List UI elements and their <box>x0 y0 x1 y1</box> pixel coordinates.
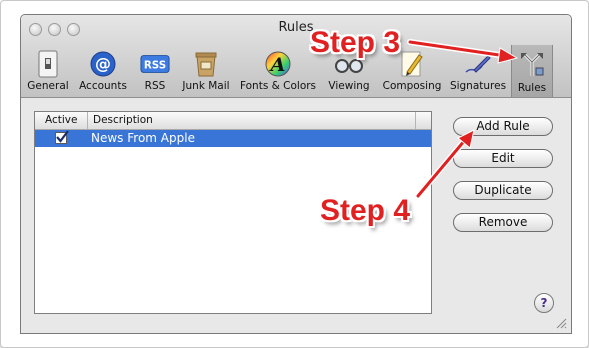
rule-active-checkbox[interactable] <box>55 130 69 144</box>
toolbar-label-signatures: Signatures <box>449 80 507 92</box>
rules-list-header: Active Description <box>35 112 431 130</box>
column-divider <box>87 112 88 129</box>
window-title: Rules <box>278 20 314 35</box>
pencil-icon <box>397 49 427 79</box>
add-rule-button[interactable]: Add Rule <box>453 117 553 136</box>
svg-text:RSS: RSS <box>144 60 166 72</box>
toolbar: Rules General @ Accounts RSS RSS Junk Ma… <box>21 15 571 98</box>
toolbar-label-rss: RSS <box>144 80 166 92</box>
column-header-active[interactable]: Active <box>45 114 77 126</box>
remove-button[interactable]: Remove <box>453 213 553 232</box>
preferences-window: Rules General @ Accounts RSS RSS Junk Ma… <box>20 14 572 334</box>
toolbar-item-signatures[interactable]: Signatures <box>448 47 508 95</box>
toolbar-label-rules: Rules <box>517 82 547 94</box>
signature-pen-icon <box>463 49 493 79</box>
junk-mail-icon <box>191 49 221 79</box>
toolbar-item-accounts[interactable]: @ Accounts <box>75 47 131 95</box>
toolbar-item-junk-mail[interactable]: Junk Mail <box>178 47 234 95</box>
toolbar-label-general: General <box>27 80 69 92</box>
column-divider <box>415 112 416 129</box>
rules-arrows-icon <box>517 49 547 79</box>
toolbar-item-general[interactable]: General <box>25 47 71 95</box>
help-button[interactable]: ? <box>534 293 554 313</box>
toolbar-label-composing: Composing <box>382 80 442 92</box>
svg-text:@: @ <box>95 54 111 73</box>
step4-annotation: Step 4 <box>320 194 411 227</box>
rule-row[interactable]: News From Apple <box>35 130 431 147</box>
resize-grip-icon[interactable] <box>555 317 567 329</box>
switch-icon <box>33 49 63 79</box>
at-icon: @ <box>88 49 118 79</box>
toolbar-label-accounts: Accounts <box>79 80 127 92</box>
toolbar-label-viewing: Viewing <box>328 80 370 92</box>
toolbar-item-rules[interactable]: Rules <box>511 45 553 97</box>
step3-annotation: Step 3 <box>310 26 401 59</box>
duplicate-button[interactable]: Duplicate <box>453 181 553 200</box>
rss-icon: RSS <box>140 49 170 79</box>
toolbar-label-junk-mail: Junk Mail <box>182 80 230 92</box>
svg-text:A: A <box>269 54 286 76</box>
column-header-description[interactable]: Description <box>93 114 153 126</box>
toolbar-item-fonts-colors[interactable]: A Fonts & Colors <box>237 47 319 95</box>
checkmark-icon <box>56 130 69 143</box>
fonts-colors-icon: A <box>263 49 293 79</box>
toolbar-item-rss[interactable]: RSS RSS <box>135 47 175 95</box>
toolbar-label-fonts-colors: Fonts & Colors <box>239 80 317 92</box>
rule-description: News From Apple <box>91 131 195 145</box>
edit-button[interactable]: Edit <box>453 149 553 168</box>
